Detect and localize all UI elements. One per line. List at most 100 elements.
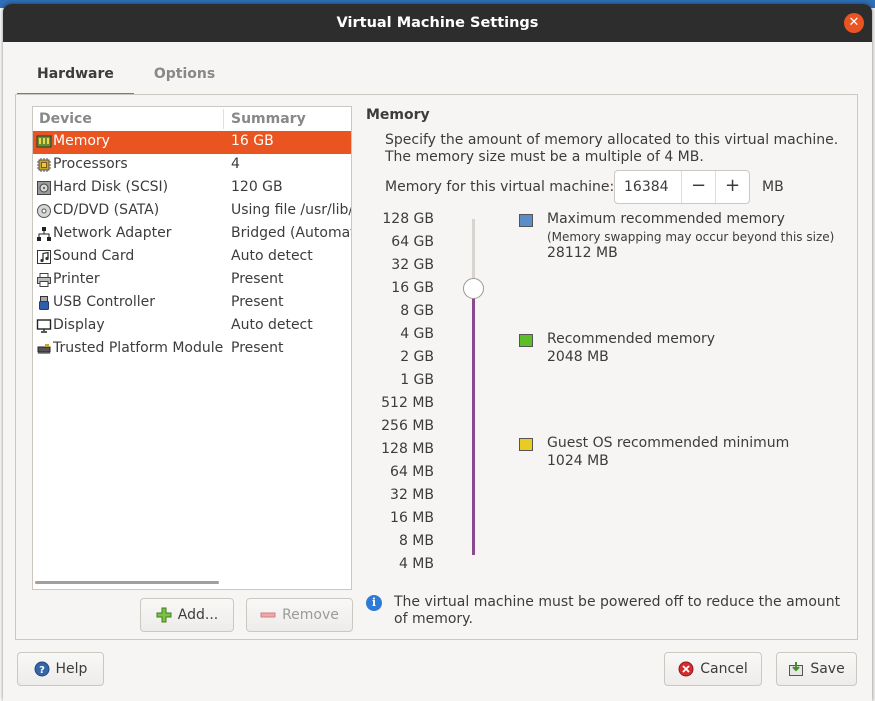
plus-glyph-icon: + [724,175,741,196]
device-list[interactable]: Device Summary Memory 16 GB Processors 4… [32,106,352,590]
device-summary: Bridged (Automatic) [231,225,351,241]
device-name: Sound Card [53,248,135,264]
device-summary: 120 GB [231,179,283,195]
memory-section-title: Memory [366,107,430,123]
scale-label: 16 GB [391,280,434,296]
device-name: Network Adapter [53,225,172,241]
tab-hardware[interactable]: Hardware [17,56,134,96]
device-list-header: Device Summary [33,107,351,131]
legend-swatch-blue [519,214,533,227]
legend-title: Guest OS recommended minimum [547,435,790,451]
scale-label: 32 GB [391,257,434,273]
scale-label: 2 GB [400,349,434,365]
cancel-icon [678,661,694,677]
horizontal-scrollbar[interactable] [35,581,219,584]
add-device-label: Add... [177,607,219,623]
legend-note: (Memory swapping may occur beyond this s… [547,230,835,244]
cancel-label: Cancel [700,661,748,677]
help-label: Help [55,661,88,677]
scale-label: 128 MB [381,441,434,457]
title-bar[interactable]: Virtual Machine Settings ✕ [3,4,872,42]
scale-label: 512 MB [381,395,434,411]
device-row-display[interactable]: Display Auto detect [33,315,351,338]
cd-dvd-icon [37,204,51,218]
device-name: Hard Disk (SCSI) [53,179,169,195]
device-name: Memory [53,133,110,149]
save-icon [789,662,804,676]
memory-input[interactable]: 16384 [615,171,681,203]
legend-value: 2048 MB [547,349,609,365]
network-icon [37,227,51,241]
legend-title: Maximum recommended memory [547,211,785,227]
device-name: Display [53,317,105,333]
column-separator [223,109,224,129]
tpm-icon [37,344,51,354]
dialog-title: Virtual Machine Settings [336,15,539,31]
info-message: The virtual machine must be powered off … [394,594,841,627]
device-row-usb-controller[interactable]: USB Controller Present [33,292,351,315]
plus-icon [156,607,172,623]
device-row-hard-disk[interactable]: Hard Disk (SCSI) 120 GB [33,177,351,200]
device-summary: 16 GB [231,133,274,149]
legend-swatch-yellow [519,438,533,451]
help-button[interactable]: ? Help [17,652,104,686]
device-summary: Present [231,294,284,310]
device-summary: Auto detect [231,317,313,333]
save-label: Save [810,661,845,677]
memory-settings-pane: Memory Specify the amount of memory allo… [366,95,856,635]
save-button[interactable]: Save [776,652,857,686]
device-summary: Auto detect [231,248,313,264]
tab-options[interactable]: Options [134,56,235,96]
increase-memory-button[interactable]: + [715,171,749,203]
remove-device-button[interactable]: Remove [246,598,353,632]
add-device-button[interactable]: Add... [140,598,234,632]
memory-slider-fill[interactable] [472,289,475,555]
scale-label: 256 MB [381,418,434,434]
info-icon: i [366,595,382,611]
cancel-button[interactable]: Cancel [664,652,762,686]
memory-spinner: 16384 − + [614,170,750,204]
memory-unit-label: MB [762,179,784,195]
memory-field-label: Memory for this virtual machine: [385,179,615,195]
sound-card-icon [37,250,51,264]
usb-icon [39,296,49,310]
legend-swatch-green [519,334,533,347]
device-row-trusted-platform-module[interactable]: Trusted Platform Module Present [33,338,351,361]
device-row-cd-dvd[interactable]: CD/DVD (SATA) Using file /usr/lib/vmware [33,200,352,223]
device-row-sound-card[interactable]: Sound Card Auto detect [33,246,351,269]
scale-label: 32 MB [390,487,434,503]
legend-value: 28112 MB [547,245,618,261]
scale-label: 4 MB [398,556,434,572]
close-button[interactable]: ✕ [844,13,864,33]
scale-label: 128 GB [382,211,434,227]
memory-icon [36,135,52,148]
minus-glyph-icon: − [690,175,707,196]
scale-label: 8 GB [400,303,434,319]
memory-slider-handle[interactable] [463,278,484,299]
device-row-network-adapter[interactable]: Network Adapter Bridged (Automatic) [33,223,351,246]
device-name: USB Controller [53,294,156,310]
scale-label: 16 MB [390,510,434,526]
printer-icon [37,273,51,287]
device-row-printer[interactable]: Printer Present [33,269,351,292]
device-row-processors[interactable]: Processors 4 [33,154,351,177]
device-summary: Present [231,340,284,356]
device-name: CD/DVD (SATA) [53,202,160,218]
device-name: Printer [53,271,100,287]
settings-dialog: Virtual Machine Settings ✕ Hardware Opti… [3,4,872,701]
decrease-memory-button[interactable]: − [681,171,715,203]
memory-description: Specify the amount of memory allocated t… [385,132,839,165]
scale-label: 1 GB [400,372,434,388]
display-icon [36,319,52,333]
device-name: Processors [53,156,128,172]
device-row-memory[interactable]: Memory 16 GB [33,131,351,154]
tab-bar: Hardware Options [17,56,235,96]
tab-content: Device Summary Memory 16 GB Processors 4… [15,94,858,640]
column-header-summary[interactable]: Summary [231,111,306,127]
processor-icon [37,158,51,172]
scale-label: 4 GB [400,326,434,342]
device-summary: Present [231,271,284,287]
device-summary: Using file /usr/lib/vmware [231,202,352,218]
help-icon: ? [34,661,50,677]
column-header-device[interactable]: Device [39,111,92,127]
